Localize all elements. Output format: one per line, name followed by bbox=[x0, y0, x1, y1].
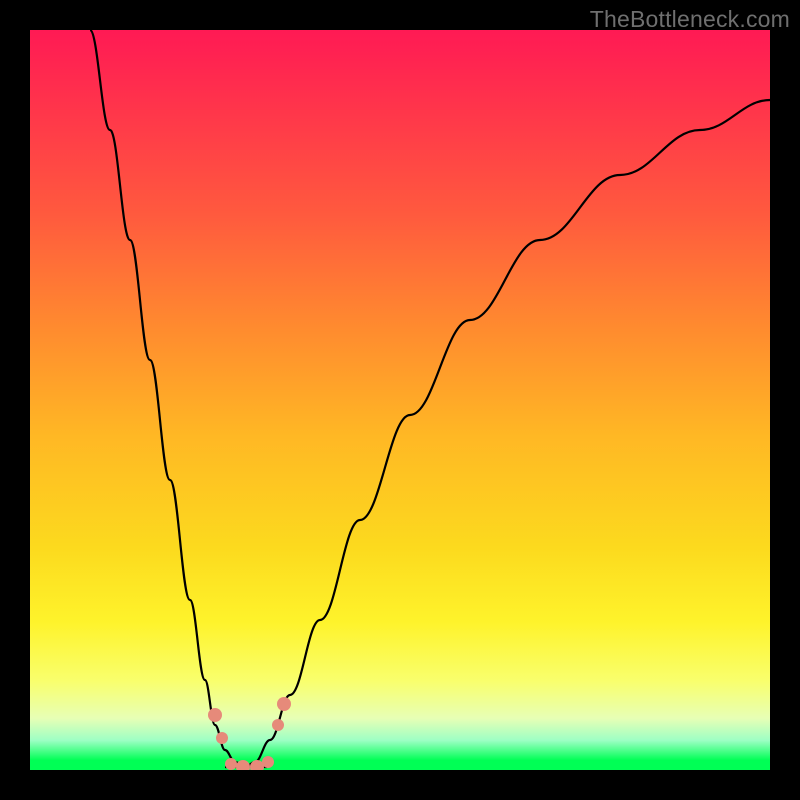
marker-floor-4 bbox=[262, 756, 274, 768]
left-curve bbox=[90, 30, 245, 767]
marker-right-lower bbox=[272, 719, 284, 731]
curve-layer bbox=[30, 30, 770, 770]
plot-area bbox=[30, 30, 770, 770]
right-curve bbox=[245, 100, 770, 767]
marker-floor-3 bbox=[250, 760, 264, 770]
marker-right-upper bbox=[277, 697, 291, 711]
marker-left-lower bbox=[216, 732, 228, 744]
marker-floor-1 bbox=[225, 758, 237, 770]
marker-left-upper bbox=[208, 708, 222, 722]
watermark-text: TheBottleneck.com bbox=[590, 6, 790, 33]
outer-frame: TheBottleneck.com bbox=[0, 0, 800, 800]
marker-floor-2 bbox=[236, 760, 250, 770]
curves-group bbox=[90, 30, 770, 767]
markers-group bbox=[208, 697, 291, 770]
